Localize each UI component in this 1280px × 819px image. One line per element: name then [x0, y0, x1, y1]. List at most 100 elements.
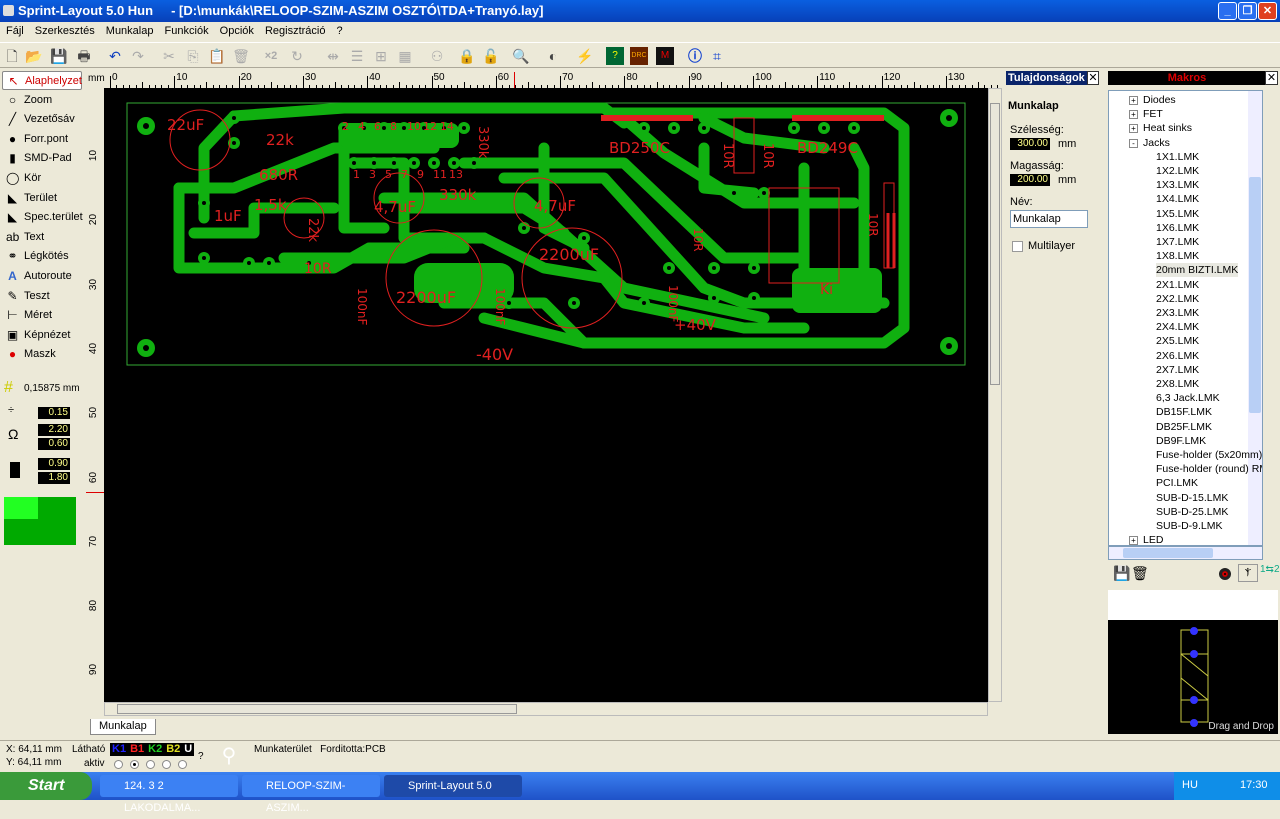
tool-test[interactable]: ✎ Teszt — [2, 287, 82, 306]
pad-view-icon[interactable] — [1219, 568, 1231, 580]
help-mark[interactable]: ? — [198, 751, 204, 762]
active-layer-radio[interactable] — [114, 760, 123, 769]
tree-scrollbar[interactable] — [1248, 91, 1262, 545]
macro-tree-item[interactable]: 1X7.LMK — [1156, 235, 1199, 249]
tool-track[interactable]: ╱ Vezetősáv — [2, 110, 82, 129]
macro-tree-item[interactable]: 1X1.LMK — [1156, 150, 1199, 164]
info-icon[interactable]: ⓘ — [686, 47, 704, 65]
layer-toggle-U[interactable]: U — [184, 743, 192, 755]
vertical-scrollbar[interactable] — [988, 88, 1002, 702]
mirror-icon[interactable]: ⇹ — [324, 47, 342, 65]
lock-icon[interactable]: 🔒 — [458, 47, 476, 65]
maximize-button[interactable]: ❐ — [1238, 2, 1257, 20]
numbering-icon[interactable]: 1⇆2 — [1260, 564, 1280, 582]
tool-measure[interactable]: ⊢ Méret — [2, 306, 82, 325]
print-icon[interactable]: 🖶 — [75, 47, 93, 65]
minimize-button[interactable]: _ — [1218, 2, 1237, 20]
save-icon[interactable]: 💾 — [50, 47, 68, 65]
macro-tree-item[interactable]: 2X7.LMK — [1156, 363, 1199, 377]
crop-icon[interactable]: ⌗ — [708, 47, 726, 65]
name-field[interactable]: Munkalap — [1010, 210, 1088, 228]
macro-tree-item[interactable]: PCI.LMK — [1156, 476, 1198, 490]
task-2[interactable]: RELOOP-SZIM-ASZIM... — [242, 775, 380, 814]
macro-tree-item[interactable]: 1X4.LMK — [1156, 192, 1199, 206]
macro-tree-item[interactable]: + Heat sinks — [1129, 121, 1192, 135]
tool-arrow[interactable]: ↖ Alaphelyzet — [2, 71, 82, 90]
mirror-view-icon[interactable]: ⲯ — [1238, 564, 1258, 582]
close-button[interactable]: ✕ — [1258, 2, 1277, 20]
scroll-thumb[interactable] — [117, 704, 517, 714]
tool-mask[interactable]: ● Maszk — [2, 345, 82, 364]
macro-tree-item[interactable]: 2X3.LMK — [1156, 306, 1199, 320]
macro-tree-item[interactable]: 1X6.LMK — [1156, 221, 1199, 235]
macro-tree-item[interactable]: 1X2.LMK — [1156, 164, 1199, 178]
macro-tree-item[interactable]: 2X2.LMK — [1156, 292, 1199, 306]
expander-icon[interactable]: + — [1129, 536, 1138, 545]
macro-tree-item[interactable]: 2X1.LMK — [1156, 278, 1199, 292]
macro-tree-item[interactable]: SUB-D-9.LMK — [1156, 519, 1223, 533]
pad-outer-field[interactable]: 2.20 — [38, 424, 70, 436]
macro-tree-item[interactable]: DB9F.LMK — [1156, 434, 1206, 448]
macro-tree-item[interactable]: 2X8.LMK — [1156, 377, 1199, 391]
width-field[interactable]: 300.00 — [1010, 138, 1050, 150]
new-icon[interactable]: 🗋 — [3, 47, 21, 65]
macro-icon[interactable]: M — [656, 47, 674, 65]
active-layer-radio[interactable] — [146, 760, 155, 769]
macro-tree-item[interactable]: Fuse-holder (5x20mm) RM — [1156, 448, 1262, 462]
drc-icon[interactable]: DRC — [630, 47, 648, 65]
tab-munkalap[interactable]: Munkalap — [90, 719, 156, 735]
macro-tree-item[interactable]: 20mm BIZTI.LMK — [1156, 263, 1239, 278]
start-button[interactable]: Start — [0, 772, 92, 800]
smd-width-field[interactable]: 0.90 — [38, 458, 70, 470]
active-layer-radio[interactable] — [130, 760, 139, 769]
macro-tree-item[interactable]: SUB-D-25.LMK — [1156, 505, 1228, 519]
multilayer-checkbox[interactable] — [1012, 241, 1023, 252]
tree-h-scrollbar[interactable] — [1108, 546, 1263, 560]
menu-registration[interactable]: Regisztráció — [265, 25, 326, 37]
expander-icon[interactable]: + — [1129, 124, 1138, 134]
macro-tree-item[interactable]: 6,3 Jack.LMK — [1156, 391, 1220, 405]
language-indicator[interactable]: HU — [1182, 779, 1198, 791]
zoom-icon[interactable]: 🔍 — [512, 47, 530, 65]
tool-autoroute[interactable]: A Autoroute — [2, 267, 82, 286]
menu-help[interactable]: ? — [337, 25, 343, 37]
tool-pad[interactable]: ● Forr.pont — [2, 130, 82, 149]
rotate-icon[interactable]: ↻ — [288, 47, 306, 65]
component-icon[interactable]: ⚇ — [428, 47, 446, 65]
macro-preview[interactable]: Drag and Drop — [1108, 620, 1278, 734]
tool-circle[interactable]: ◯ Kör — [2, 169, 82, 188]
macro-tree[interactable]: + Diodes + FET + Heat sinks - Jacks 1X1.LMK 1X2.L… — [1108, 90, 1263, 546]
macro-tree-item[interactable]: + Diodes — [1129, 93, 1176, 107]
delete-macro-icon[interactable]: 🗑 — [1131, 565, 1149, 582]
macro-tree-item[interactable]: 1X5.LMK — [1156, 207, 1199, 221]
unlock-icon[interactable]: 🔓 — [482, 47, 500, 65]
menu-edit[interactable]: Szerkesztés — [35, 25, 95, 37]
scroll-thumb[interactable] — [1249, 177, 1261, 413]
delete-icon[interactable]: 🗑 — [232, 47, 250, 65]
expander-icon[interactable]: + — [1129, 96, 1138, 105]
pcb-layout[interactable]: 22uF22k680R1,5k1uF22k10R4,7uF330k4,7uF22… — [104, 88, 988, 702]
task-3[interactable]: Sprint-Layout 5.0 — [384, 775, 522, 797]
track-width-field[interactable]: 0.15 — [38, 407, 70, 419]
close-icon[interactable]: ✕ — [1087, 71, 1099, 85]
macro-tree-item[interactable]: Fuse-holder (round) RM5, — [1156, 462, 1262, 476]
tool-area[interactable]: ◣ Terület — [2, 189, 82, 208]
macro-tree-item[interactable]: - Jacks — [1129, 136, 1170, 150]
menu-options[interactable]: Opciók — [220, 25, 254, 37]
macro-tree-item[interactable]: DB15F.LMK — [1156, 405, 1212, 419]
macro-tree-item[interactable]: 2X5.LMK — [1156, 334, 1199, 348]
macro-tree-item[interactable]: 2X6.LMK — [1156, 349, 1199, 363]
array-icon[interactable]: ▦ — [396, 47, 414, 65]
tool-photoview[interactable]: ▣ Képnézet — [2, 326, 82, 345]
macro-tree-item[interactable]: 1X8.LMK — [1156, 249, 1199, 263]
menu-sheet[interactable]: Munkalap — [106, 25, 154, 37]
autoroute-icon[interactable]: ⚡ — [576, 47, 594, 65]
layer-toggle-B2[interactable]: B2 — [166, 743, 180, 755]
transparency-icon[interactable]: ◐ — [544, 47, 562, 65]
menu-file[interactable]: Fájl — [6, 25, 24, 37]
duplicate-icon[interactable]: ×2 — [262, 47, 280, 65]
save-macro-icon[interactable]: 💾 — [1113, 565, 1130, 582]
macro-tree-item[interactable]: SUB-D-15.LMK — [1156, 491, 1228, 505]
layer-toggle-K1[interactable]: K1 — [112, 743, 126, 755]
macro-tree-item[interactable]: 1X3.LMK — [1156, 178, 1199, 192]
